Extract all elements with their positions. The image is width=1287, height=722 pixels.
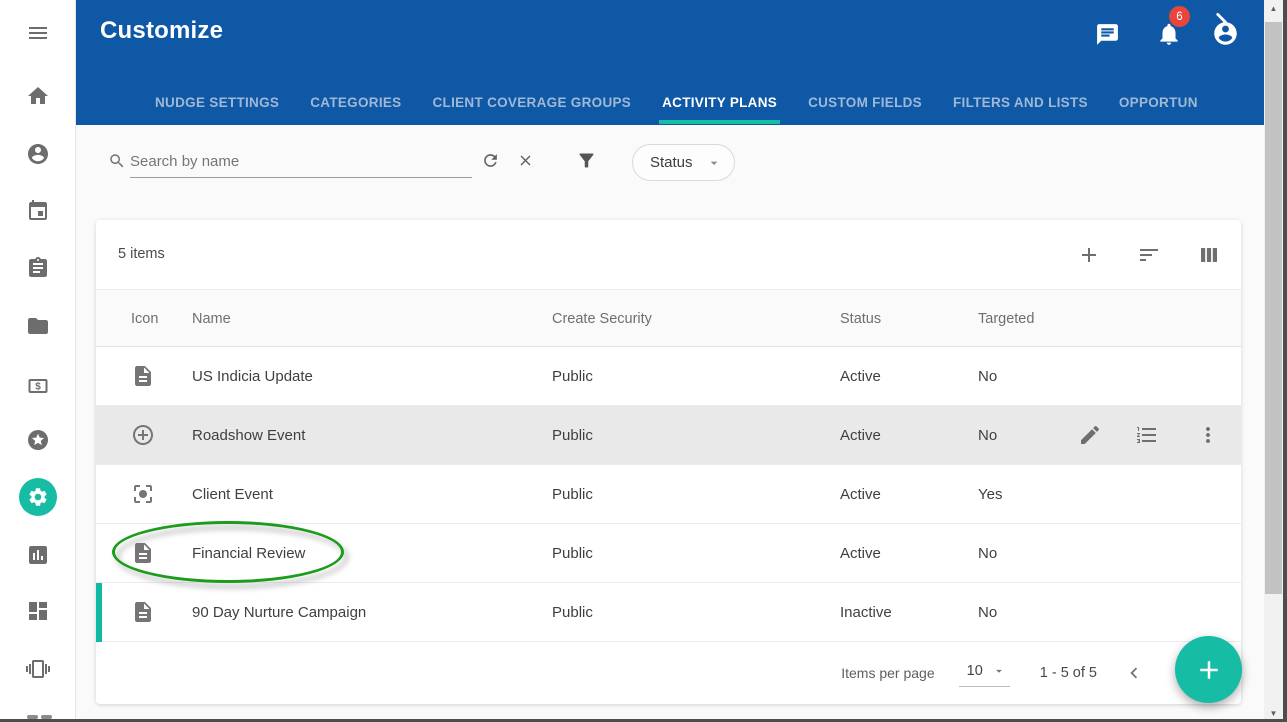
- dashboard-icon[interactable]: [26, 599, 50, 623]
- sort-icon[interactable]: [1137, 243, 1161, 267]
- search-icon[interactable]: [108, 152, 126, 170]
- window-right-edge: [1283, 0, 1287, 722]
- add-circle-icon: [131, 423, 155, 447]
- filter-funnel-icon[interactable]: [576, 150, 597, 171]
- column-header-create-security: Create Security: [552, 290, 652, 348]
- row-name: Client Event: [192, 465, 273, 524]
- status-chip-label: Status: [650, 154, 693, 171]
- tasks-clipboard-icon[interactable]: [26, 256, 50, 280]
- vertical-scrollbar[interactable]: ▲ ▼: [1264, 0, 1283, 722]
- table-header-row: Icon Name Create Security Status Targete…: [96, 289, 1241, 347]
- bar-chart-icon[interactable]: [26, 543, 50, 567]
- tab-filters-and-lists[interactable]: FILTERS AND LISTS: [953, 79, 1088, 125]
- sidebar: $: [0, 0, 76, 722]
- row-targeted: No: [978, 583, 997, 642]
- table-row[interactable]: 90 Day Nurture Campaign Public Inactive …: [96, 583, 1241, 642]
- add-fab-button[interactable]: [1175, 636, 1242, 703]
- tab-activity-plans[interactable]: ACTIVITY PLANS: [662, 79, 777, 125]
- row-name: Roadshow Event: [192, 406, 305, 465]
- items-count: 5 items: [118, 220, 165, 289]
- folder-icon[interactable]: [26, 314, 50, 338]
- more-vert-icon[interactable]: [1196, 423, 1220, 447]
- items-per-page-label: Items per page: [841, 665, 934, 681]
- refresh-icon[interactable]: [481, 151, 500, 170]
- document-icon: [131, 364, 155, 388]
- edit-pencil-icon[interactable]: [1078, 423, 1102, 447]
- phone-vibrate-icon[interactable]: [26, 657, 50, 681]
- status-filter-chip[interactable]: Status: [632, 144, 735, 181]
- scrollbar-up-arrow[interactable]: ▲: [1264, 0, 1283, 17]
- row-create-security: Public: [552, 524, 593, 583]
- column-header-targeted: Targeted: [978, 290, 1034, 348]
- table-row[interactable]: US Indicia Update Public Active No: [96, 347, 1241, 406]
- row-create-security: Public: [552, 583, 593, 642]
- row-name: 90 Day Nurture Campaign: [192, 583, 366, 642]
- row-targeted: No: [978, 406, 997, 465]
- add-plus-icon[interactable]: [1077, 243, 1101, 267]
- notification-badge[interactable]: 6: [1169, 6, 1190, 27]
- search-input[interactable]: [130, 146, 472, 178]
- column-header-status: Status: [840, 290, 881, 348]
- row-status: Active: [840, 406, 881, 465]
- person-icon[interactable]: [26, 142, 50, 166]
- chevron-down-icon: [706, 155, 722, 171]
- table-row[interactable]: Financial Review Public Active No: [96, 524, 1241, 583]
- selected-row-accent-bar: [96, 583, 102, 642]
- tabs-overflow-chevron-icon[interactable]: [1208, 9, 1234, 35]
- pagination-range: 1 - 5 of 5: [1040, 665, 1097, 681]
- document-icon: [131, 541, 155, 565]
- tab-bar: NUDGE SETTINGS CATEGORIES CLIENT COVERAG…: [76, 79, 1264, 125]
- row-status: Active: [840, 465, 881, 524]
- previous-page-chevron-icon[interactable]: [1123, 662, 1145, 684]
- focus-target-icon: [131, 482, 155, 506]
- chat-icon[interactable]: [1095, 22, 1120, 47]
- table-row[interactable]: Roadshow Event Public Active No: [96, 406, 1241, 465]
- document-icon: [131, 600, 155, 624]
- row-targeted: No: [978, 524, 997, 583]
- tab-client-coverage-groups[interactable]: CLIENT COVERAGE GROUPS: [432, 79, 631, 125]
- row-name: US Indicia Update: [192, 347, 313, 406]
- money-box-icon[interactable]: $: [26, 374, 50, 398]
- plus-icon: [1194, 655, 1224, 685]
- list-numbered-icon[interactable]: [1135, 423, 1159, 447]
- tab-custom-fields[interactable]: CUSTOM FIELDS: [808, 79, 922, 125]
- scrollbar-thumb[interactable]: [1265, 22, 1282, 594]
- menu-hamburger-icon[interactable]: [26, 21, 50, 45]
- column-header-name: Name: [192, 290, 231, 348]
- table-pagination: Items per page 10 1 - 5 of 5: [96, 642, 1241, 704]
- calendar-icon[interactable]: [26, 199, 50, 223]
- page-title: Customize: [100, 17, 223, 45]
- page-size-select[interactable]: 10: [959, 660, 1010, 687]
- chevron-down-icon: [992, 664, 1006, 678]
- column-header-icon: Icon: [131, 290, 158, 348]
- page-size-value: 10: [967, 663, 983, 679]
- tab-categories[interactable]: CATEGORIES: [310, 79, 401, 125]
- app-header: Customize 6 NUDGE SETTINGS CATEGORIES CL…: [76, 0, 1264, 125]
- tab-nudge-settings[interactable]: NUDGE SETTINGS: [155, 79, 279, 125]
- clear-x-icon[interactable]: [517, 152, 534, 169]
- row-status: Active: [840, 347, 881, 406]
- row-targeted: Yes: [978, 465, 1002, 524]
- row-status: Inactive: [840, 583, 892, 642]
- tab-opportunities-truncated[interactable]: OPPORTUN: [1119, 79, 1198, 125]
- home-icon[interactable]: [26, 84, 50, 108]
- table-row[interactable]: Client Event Public Active Yes: [96, 465, 1241, 524]
- row-create-security: Public: [552, 406, 593, 465]
- settings-gear-icon[interactable]: [19, 478, 57, 516]
- star-circle-icon[interactable]: [26, 428, 50, 452]
- row-create-security: Public: [552, 465, 593, 524]
- row-status: Active: [840, 524, 881, 583]
- row-name: Financial Review: [192, 524, 305, 583]
- columns-icon[interactable]: [1197, 243, 1221, 267]
- svg-text:$: $: [35, 382, 41, 393]
- activity-plans-table-card: 5 items Icon Name Create Security Status…: [96, 220, 1241, 704]
- row-create-security: Public: [552, 347, 593, 406]
- row-targeted: No: [978, 347, 997, 406]
